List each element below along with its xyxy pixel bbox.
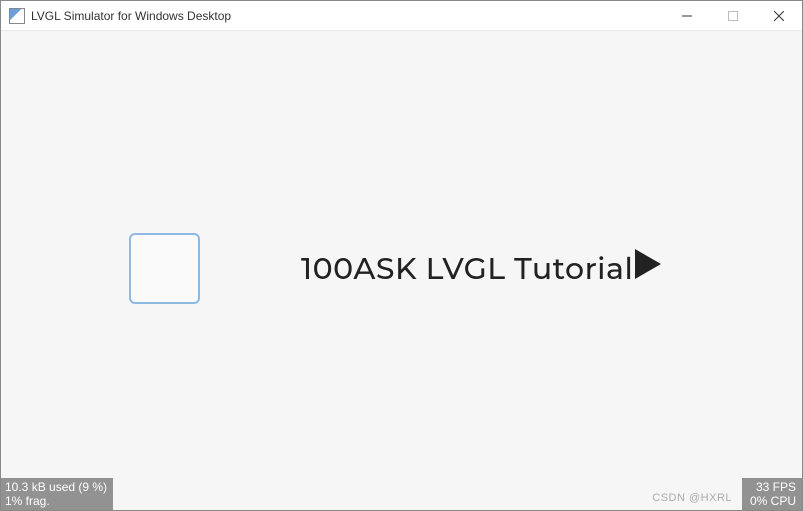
close-button[interactable] [756,1,802,31]
app-icon [9,8,25,24]
fps-value: 33 FPS [756,480,796,494]
tutorial-text: 100ASK LVGL Tutorial [301,250,633,287]
minimize-button[interactable] [664,1,710,31]
cpu-value: 0% CPU [750,494,796,508]
tutorial-label-row: 100ASK LVGL Tutorial [301,249,661,287]
memory-frag: 1% frag. [5,494,107,508]
memory-monitor: 10.3 kB used (9 %) 1% frag. [1,478,113,510]
play-icon [635,249,661,287]
titlebar: LVGL Simulator for Windows Desktop [1,1,802,31]
simulator-canvas: 100ASK LVGL Tutorial CSDN @HXRL 10.3 kB … [1,31,802,510]
lvgl-panel[interactable] [129,233,200,304]
maximize-button[interactable] [710,1,756,31]
window-title: LVGL Simulator for Windows Desktop [31,9,664,23]
statusbar: 10.3 kB used (9 %) 1% frag. 33 FPS 0% CP… [1,478,802,510]
memory-usage: 10.3 kB used (9 %) [5,480,107,494]
perf-monitor: 33 FPS 0% CPU [742,478,802,510]
